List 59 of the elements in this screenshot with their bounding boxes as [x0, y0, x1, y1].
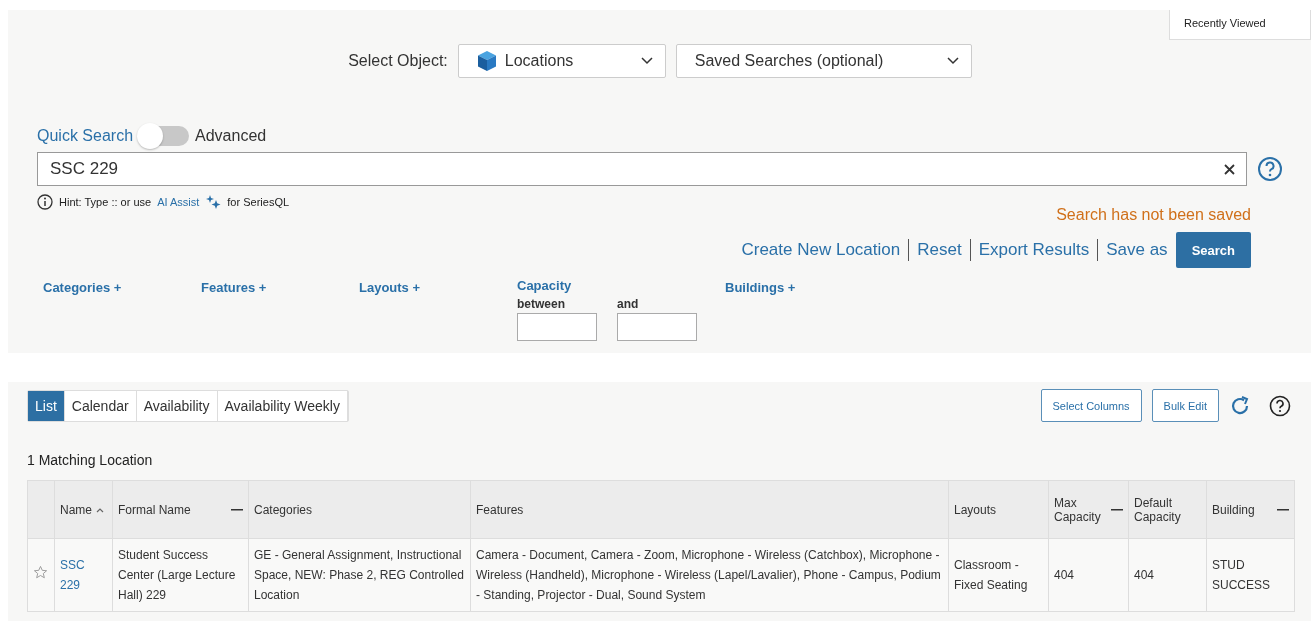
filter-link[interactable]: Features + — [201, 280, 359, 341]
table-cell: STUD SUCCESS — [1206, 538, 1295, 612]
capacity-label: Capacity — [517, 278, 573, 293]
hint-suffix: for SeriesQL — [227, 196, 290, 208]
between-label: between — [517, 297, 566, 311]
max-capacity-field[interactable] — [617, 313, 697, 341]
toolbar-button[interactable]: Bulk Edit — [1151, 389, 1219, 422]
action-link[interactable]: Reset — [909, 239, 971, 261]
column-label: Categories — [254, 502, 313, 517]
column-label: Name — [60, 502, 92, 517]
table-cell: 404 — [1048, 538, 1129, 612]
save-status-message: Search has not been saved — [1056, 206, 1251, 224]
cube-icon — [476, 50, 497, 72]
column-label: Formal Name — [118, 502, 192, 517]
hint-text: Hint: Type :: or use — [59, 196, 152, 208]
star-icon[interactable] — [33, 564, 48, 580]
object-dropdown[interactable]: Locations — [457, 44, 666, 78]
toolbar-button[interactable]: Select Columns — [1040, 389, 1142, 422]
and-label: and — [617, 297, 640, 311]
advanced-label: Advanced — [195, 127, 267, 145]
sort-caret-icon[interactable] — [96, 506, 104, 513]
chevron-down-icon — [640, 57, 653, 65]
sparkle-icon — [205, 194, 222, 210]
table-cell: Camera - Document, Camera - Zoom, Microphone - Wireless (Catchbox), Microphone - Wireless (Handheld), Microphone - Wireless (Lapel/Lavalier), Phone - Campus, Podium - Standing, Projector - Dual, Sound System — [470, 538, 949, 612]
collapse-icon[interactable] — [1111, 508, 1123, 511]
table-cell: 404 — [1128, 538, 1207, 612]
filter-link[interactable]: Categories + — [43, 280, 201, 341]
action-link[interactable]: Save as — [1098, 239, 1176, 261]
column-label: Default Capacity — [1134, 495, 1182, 524]
filter-link[interactable]: Buildings + — [725, 280, 883, 341]
collapse-icon[interactable] — [1277, 508, 1289, 511]
result-count: 1 Matching Location — [27, 452, 154, 468]
collapse-icon[interactable] — [231, 508, 243, 511]
action-link[interactable]: Create New Location — [733, 239, 910, 261]
action-link[interactable]: Export Results — [970, 239, 1099, 261]
quick-search-label: Quick Search — [37, 127, 134, 145]
column-label: Features — [476, 502, 524, 517]
search-button[interactable]: Search — [1175, 232, 1251, 268]
location-link[interactable]: SSC 229 — [60, 555, 107, 595]
search-mode-toggle[interactable] — [139, 126, 190, 146]
min-capacity-field[interactable] — [517, 313, 597, 341]
table-cell: Classroom - Fixed Seating — [948, 538, 1049, 612]
refresh-icon[interactable] — [1229, 394, 1251, 417]
table-cell: GE - General Assignment, Instructional Space, NEW: Phase 2, REG Controlled Location — [248, 538, 471, 612]
column-label: Layouts — [954, 502, 997, 517]
filter-link[interactable]: Layouts + — [359, 280, 517, 341]
table-cell: Student Success Center (Large Lecture Hall) 229 — [112, 538, 249, 612]
ai-assist-link[interactable]: AI Assist — [157, 196, 200, 208]
chevron-down-icon — [946, 57, 959, 65]
view-tab[interactable]: List — [28, 390, 65, 421]
search-field[interactable]: SSC 229 — [37, 152, 1247, 186]
column-label: Building — [1212, 502, 1256, 517]
select-object-label: Select Object: — [348, 52, 448, 70]
recently-viewed-tab[interactable]: Recently Viewed — [1169, 10, 1311, 40]
column-label: Max Capacity — [1054, 495, 1102, 524]
info-icon — [37, 194, 53, 210]
clear-icon[interactable] — [1224, 164, 1235, 175]
help-icon[interactable] — [1269, 394, 1291, 417]
saved-searches-dropdown[interactable]: Saved Searches (optional) — [675, 44, 972, 78]
